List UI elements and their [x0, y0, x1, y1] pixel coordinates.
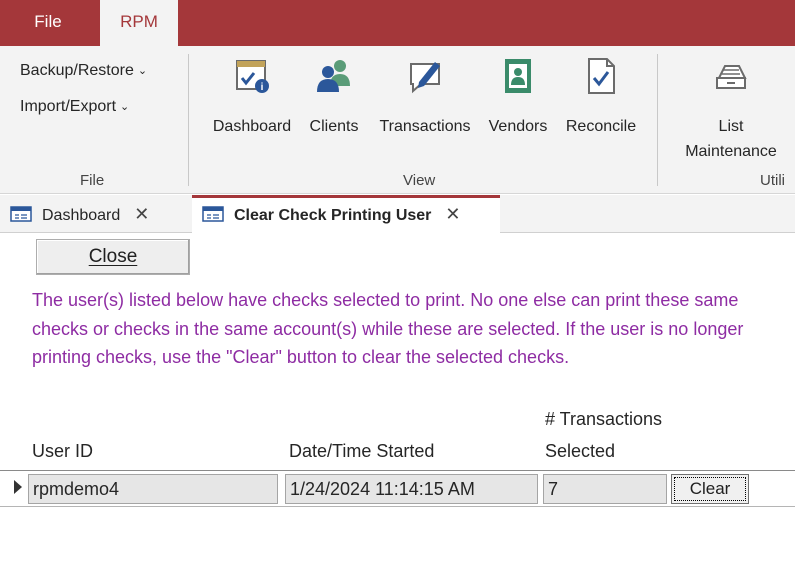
file-group-label: File [80, 172, 105, 189]
group-divider [188, 54, 189, 186]
instructions-text: The user(s) listed below have checks sel… [32, 290, 744, 367]
list-maintenance-label-line1: List [718, 118, 744, 135]
close-button[interactable]: Close [36, 239, 190, 275]
document-tabs: Dashboard ✕ Clear Check Printing User ✕ [0, 195, 795, 233]
dashboard-label: Dashboard [212, 118, 292, 135]
transactions-count-cell[interactable]: 7 [543, 474, 667, 504]
chevron-down-icon: ⌄ [120, 101, 130, 114]
transactions-button[interactable]: Transactions [373, 56, 477, 156]
reconcile-button[interactable]: Reconcile [558, 56, 644, 156]
row-bottom-border [0, 506, 795, 507]
menu-rpm[interactable]: RPM [100, 0, 178, 48]
dashboard-button[interactable]: i Dashboard [206, 56, 298, 156]
row-top-border [0, 470, 795, 471]
header-transactions-line1: # Transactions [545, 409, 663, 429]
menu-bar: File RPM [0, 0, 795, 48]
svg-text:i: i [261, 82, 264, 93]
close-icon[interactable]: ✕ [445, 198, 460, 230]
menu-file[interactable]: File [18, 0, 78, 46]
tab-clear-check-label: Clear Check Printing User [234, 207, 432, 224]
list-maintenance-label-line2: Maintenance [685, 143, 777, 160]
clients-label: Clients [309, 118, 359, 135]
reconcile-icon [588, 58, 615, 94]
clients-icon [317, 60, 350, 92]
list-maintenance-icon [716, 65, 747, 89]
chevron-down-icon: ⌄ [137, 65, 148, 78]
clients-button[interactable]: Clients [303, 56, 365, 156]
import-export-dropdown[interactable]: Import/Export ⌄ [20, 98, 129, 116]
transactions-label: Transactions [379, 118, 471, 135]
tab-dashboard[interactable]: Dashboard ✕ [0, 195, 190, 233]
utilities-group-label: Utili [760, 172, 785, 189]
current-record-arrow-icon [14, 480, 22, 494]
clear-button[interactable]: Clear [671, 474, 749, 504]
user-id-cell[interactable]: rpmdemo4 [28, 474, 278, 504]
record-selector[interactable] [0, 471, 28, 505]
transactions-icon [410, 62, 440, 94]
vendors-button[interactable]: Vendors [483, 56, 553, 156]
backup-restore-label: Backup/Restore [20, 62, 134, 79]
list-maintenance-button[interactable]: List Maintenance [672, 56, 790, 160]
close-icon[interactable]: ✕ [134, 195, 149, 233]
group-divider [657, 54, 658, 186]
backup-restore-dropdown[interactable]: Backup/Restore ⌄ [20, 62, 147, 80]
list-maintenance-label: List Maintenance [672, 114, 790, 164]
vendors-icon [505, 59, 531, 93]
vendors-label: Vendors [488, 118, 548, 135]
header-date-started: Date/Time Started [289, 441, 435, 461]
date-started-cell[interactable]: 1/24/2024 11:14:15 AM [285, 474, 538, 504]
view-group-label: View [403, 172, 436, 189]
tab-clear-check-printing-user[interactable]: Clear Check Printing User ✕ [192, 195, 500, 233]
form-icon [202, 206, 224, 222]
tab-dashboard-label: Dashboard [42, 207, 121, 224]
import-export-label: Import/Export [20, 98, 117, 115]
ribbon: Backup/Restore ⌄ Import/Export ⌄ File i Da… [0, 46, 795, 194]
dashboard-icon: i [236, 60, 269, 93]
reconcile-label: Reconcile [565, 118, 637, 135]
form-icon [10, 206, 32, 222]
header-user-id: User ID [32, 441, 94, 461]
header-transactions-line2: Selected [545, 441, 616, 461]
